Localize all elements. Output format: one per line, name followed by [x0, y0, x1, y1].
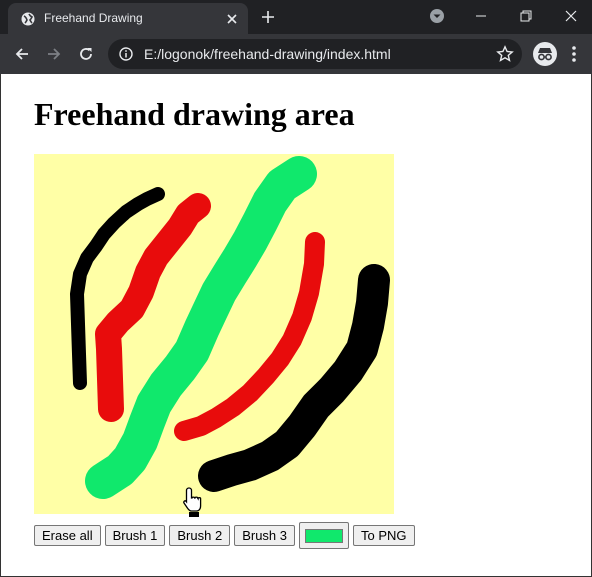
minimize-icon: [476, 15, 486, 17]
plus-icon[interactable]: [260, 9, 276, 25]
browser-toolbar: E:/logonok/freehand-drawing/index.html: [0, 34, 592, 74]
url-text: E:/logonok/freehand-drawing/index.html: [144, 46, 391, 62]
profile-dropdown-button[interactable]: [414, 0, 460, 32]
page-title: Freehand drawing area: [34, 96, 355, 132]
page-content: Freehand drawing area Erase all Brush 1 …: [0, 74, 592, 577]
restore-button[interactable]: [503, 0, 549, 32]
close-icon[interactable]: [224, 11, 240, 27]
color-swatch: [305, 528, 344, 543]
tab-strip: Freehand Drawing: [0, 0, 592, 34]
reload-button[interactable]: [74, 42, 98, 66]
brush-2-button[interactable]: Brush 2: [169, 525, 231, 546]
window-close-button[interactable]: [548, 0, 592, 32]
erase-all-button[interactable]: Erase all: [34, 525, 101, 546]
tab-title: Freehand Drawing: [44, 11, 143, 25]
hand-cursor-icon: [183, 487, 202, 517]
globe-icon: [21, 12, 35, 26]
browser-tab[interactable]: Freehand Drawing: [8, 3, 248, 34]
color-picker[interactable]: [299, 522, 350, 549]
to-png-button[interactable]: To PNG: [353, 525, 415, 546]
star-icon[interactable]: [496, 45, 514, 63]
controls-bar: Erase all Brush 1 Brush 2 Brush 3 To PNG: [34, 522, 415, 549]
brush-1-button[interactable]: Brush 1: [104, 525, 166, 546]
brush-3-button[interactable]: Brush 3: [234, 525, 296, 546]
forward-icon: [48, 48, 61, 60]
minimize-button[interactable]: [458, 0, 504, 32]
profile-dropdown-icon: [430, 9, 444, 23]
info-icon[interactable]: [119, 47, 133, 61]
drawing-surface: [70, 156, 390, 499]
drawing-canvas[interactable]: [34, 154, 394, 514]
back-button[interactable]: [10, 42, 34, 66]
incognito-icon[interactable]: [532, 41, 558, 67]
menu-icon[interactable]: [566, 44, 582, 64]
window-close-icon: [565, 10, 577, 22]
reload-icon: [80, 48, 92, 60]
restore-icon: [520, 10, 532, 22]
address-bar[interactable]: E:/logonok/freehand-drawing/index.html: [108, 39, 522, 69]
forward-button[interactable]: [42, 42, 66, 66]
back-icon: [15, 48, 28, 60]
